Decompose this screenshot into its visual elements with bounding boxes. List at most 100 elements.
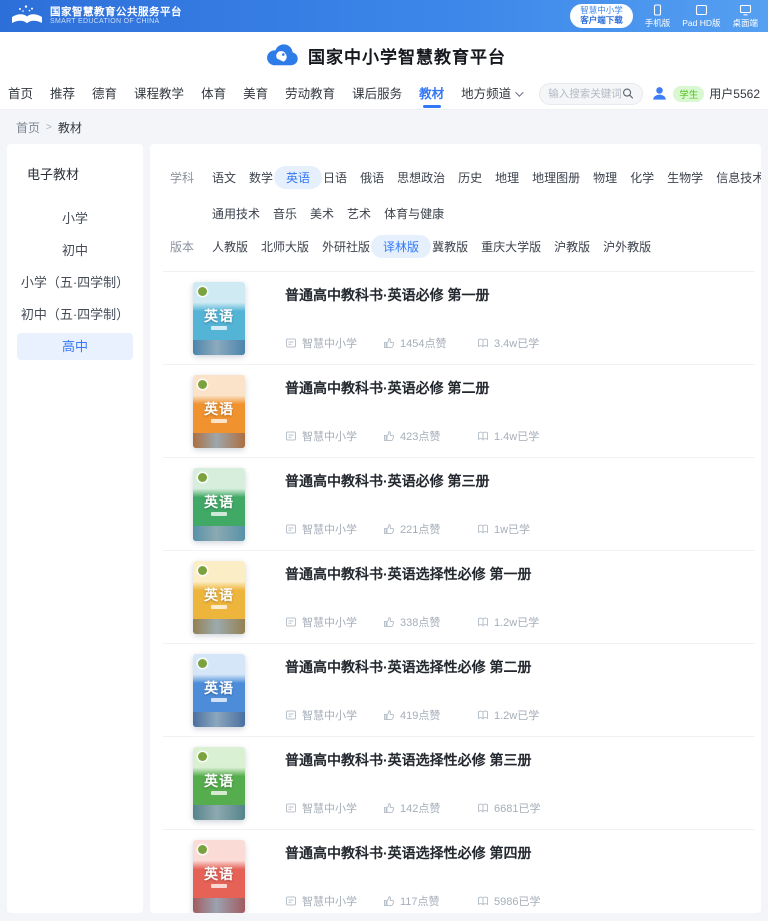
subject-chip-history[interactable]: 历史 [458, 166, 482, 189]
book-row[interactable]: 英语 普通高中教科书·英语必修 第一册 智慧中小学 1454点赞 [163, 272, 755, 365]
nav-item-moral-edu[interactable]: 德育 [92, 78, 117, 110]
book-cover[interactable]: 英语 [193, 468, 245, 541]
book-likes[interactable]: 117点赞 [383, 893, 477, 909]
subject-chip-politics[interactable]: 思想政治 [397, 166, 445, 189]
nav-item-labor-edu[interactable]: 劳动教育 [285, 78, 335, 110]
version-chip-jijiao[interactable]: 冀教版 [432, 235, 468, 258]
book-cover[interactable]: 英语 [193, 654, 245, 727]
book-cover[interactable]: 英语 [193, 375, 245, 448]
desktop-version-link[interactable]: 桌面端 [732, 4, 758, 29]
book-row[interactable]: 英语 普通高中教科书·英语必修 第二册 智慧中小学 423点赞 [163, 365, 755, 458]
subject-chip-english[interactable]: 英语 [274, 166, 322, 189]
nav-item-pe[interactable]: 体育 [201, 78, 226, 110]
book-row[interactable]: 英语 普通高中教科书·英语选择性必修 第三册 智慧中小学 142点赞 [163, 737, 755, 830]
platform-brand[interactable]: 国家智慧教育公共服务平台 SMART EDUCATION OF CHINA [10, 4, 182, 28]
version-chip-waiyanshe[interactable]: 外研社版 [322, 235, 370, 258]
subject-chip-geography[interactable]: 地理 [495, 166, 519, 189]
sidebar-item-junior[interactable]: 初中 [17, 237, 133, 264]
avatar-icon [651, 85, 668, 102]
cover-photo-strip [193, 340, 245, 355]
version-chip-yilin[interactable]: 译林版 [371, 235, 431, 258]
nav-label: 德育 [92, 79, 117, 109]
subject-chip-art[interactable]: 美术 [310, 202, 334, 222]
book-publisher: 智慧中小学 [285, 428, 383, 444]
sidebar: 电子教材 小学 初中 小学（五·四学制） 初中（五·四学制） 高中 [7, 144, 143, 913]
version-chip-hujiao[interactable]: 沪教版 [554, 235, 590, 258]
book-cover[interactable]: 英语 [193, 561, 245, 634]
subject-chip-math[interactable]: 数学 [249, 166, 273, 189]
user-account[interactable]: 学生 用户5562 [651, 85, 760, 102]
subject-chip-chinese[interactable]: 语文 [212, 166, 236, 189]
version-chip-huwaijiao[interactable]: 沪外教版 [603, 235, 651, 258]
book-learned: 1w已学 [477, 521, 530, 537]
subject-chip-physics[interactable]: 物理 [593, 166, 617, 189]
book-row[interactable]: 英语 普通高中教科书·英语必修 第三册 智慧中小学 221点赞 [163, 458, 755, 551]
book-likes[interactable]: 221点赞 [383, 521, 477, 537]
thumbs-up-icon [383, 895, 395, 907]
book-likes[interactable]: 423点赞 [383, 428, 477, 444]
book-row[interactable]: 英语 普通高中教科书·英语选择性必修 第四册 智慧中小学 117点赞 [163, 830, 755, 913]
book-title[interactable]: 普通高中教科书·英语选择性必修 第一册 [285, 564, 755, 584]
book-learned: 3.4w已学 [477, 335, 539, 351]
subject-chip-japanese[interactable]: 日语 [323, 166, 347, 189]
nav-item-recommend[interactable]: 推荐 [50, 78, 75, 110]
nav-item-aesthetic-edu[interactable]: 美育 [243, 78, 268, 110]
search-icon[interactable] [622, 87, 634, 100]
book-title[interactable]: 普通高中教科书·英语必修 第三册 [285, 471, 755, 491]
nav-item-home[interactable]: 首页 [8, 78, 33, 110]
learned-label: 6681已学 [494, 800, 540, 816]
subject-chip-arts[interactable]: 艺术 [347, 202, 371, 222]
version-chip-chongqing[interactable]: 重庆大学版 [481, 235, 541, 258]
mobile-version-link[interactable]: 手机版 [645, 4, 671, 29]
cover-badge-icon [198, 845, 207, 854]
nav-item-after-school[interactable]: 课后服务 [352, 78, 402, 110]
sidebar-item-junior-54[interactable]: 初中（五·四学制） [17, 301, 133, 328]
book-cover[interactable]: 英语 [193, 747, 245, 820]
thumbs-up-icon [383, 337, 395, 349]
book-title[interactable]: 普通高中教科书·英语必修 第二册 [285, 378, 755, 398]
search-box[interactable] [539, 83, 643, 105]
book-likes[interactable]: 419点赞 [383, 707, 477, 723]
cover-badge-icon [198, 659, 207, 668]
sidebar-item-senior[interactable]: 高中 [17, 333, 133, 360]
role-badge: 学生 [673, 86, 704, 102]
book-cover[interactable]: 英语 [193, 840, 245, 913]
book-likes[interactable]: 1454点赞 [383, 335, 477, 351]
likes-label: 117点赞 [400, 893, 440, 909]
nav-item-course-teaching[interactable]: 课程教学 [134, 78, 184, 110]
sidebar-item-primary[interactable]: 小学 [17, 205, 133, 232]
learned-book-icon [477, 337, 489, 349]
search-input[interactable] [548, 88, 622, 100]
breadcrumb-home-link[interactable]: 首页 [16, 119, 40, 136]
nav-item-textbooks[interactable]: 教材 [419, 78, 444, 110]
book-publisher: 智慧中小学 [285, 521, 383, 537]
book-likes[interactable]: 142点赞 [383, 800, 477, 816]
subject-chip-geo-atlas[interactable]: 地理图册 [532, 166, 580, 189]
book-title[interactable]: 普通高中教科书·英语选择性必修 第四册 [285, 843, 755, 863]
subject-chip-it[interactable]: 信息技术 [716, 166, 761, 189]
book-title[interactable]: 普通高中教科书·英语必修 第一册 [285, 285, 755, 305]
sidebar-item-primary-54[interactable]: 小学（五·四学制） [17, 269, 133, 296]
book-row[interactable]: 英语 普通高中教科书·英语选择性必修 第二册 智慧中小学 419点赞 [163, 644, 755, 737]
subject-chip-russian[interactable]: 俄语 [360, 166, 384, 189]
thumbs-up-icon [383, 616, 395, 628]
book-cover[interactable]: 英语 [193, 282, 245, 355]
nav-item-local-channels[interactable]: 地方频道 [461, 78, 521, 110]
client-download-button[interactable]: 智慧中小学 客户端下载 [570, 4, 633, 28]
brand-name-cn: 国家智慧教育公共服务平台 [50, 6, 182, 18]
book-learned: 1.4w已学 [477, 428, 539, 444]
subject-chip-pe-health[interactable]: 体育与健康 [384, 202, 444, 222]
subject-chip-general-tech[interactable]: 通用技术 [212, 202, 260, 222]
book-row[interactable]: 英语 普通高中教科书·英语选择性必修 第一册 智慧中小学 338点赞 [163, 551, 755, 644]
breadcrumb-separator: > [46, 122, 52, 133]
pad-version-link[interactable]: Pad HD版 [682, 4, 720, 29]
subject-chip-chemistry[interactable]: 化学 [630, 166, 654, 189]
book-title[interactable]: 普通高中教科书·英语选择性必修 第三册 [285, 750, 755, 770]
subject-chip-music[interactable]: 音乐 [273, 202, 297, 222]
subject-filter-spacer [170, 202, 212, 205]
book-title[interactable]: 普通高中教科书·英语选择性必修 第二册 [285, 657, 755, 677]
subject-chip-biology[interactable]: 生物学 [667, 166, 703, 189]
book-likes[interactable]: 338点赞 [383, 614, 477, 630]
version-chip-renjiao[interactable]: 人教版 [212, 235, 248, 258]
version-chip-beishida[interactable]: 北师大版 [261, 235, 309, 258]
